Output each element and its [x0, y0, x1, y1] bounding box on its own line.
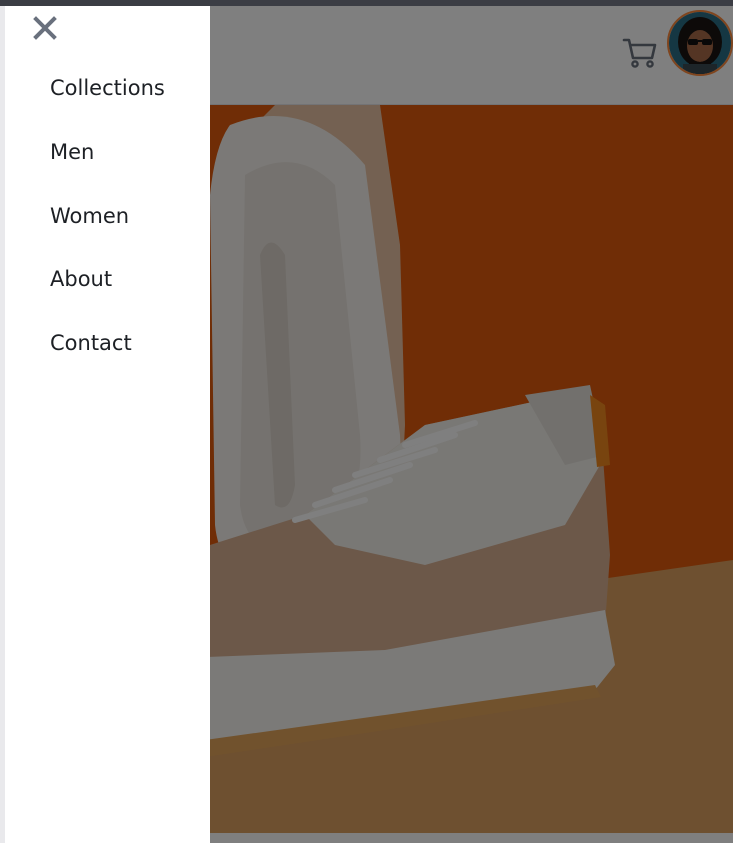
nav-menu-list: Collections Men Women About Contact — [50, 74, 165, 393]
close-icon — [33, 16, 57, 40]
nav-item-about[interactable]: About — [50, 265, 165, 329]
app-frame: sneakers — [0, 0, 733, 843]
nav-item-men[interactable]: Men — [50, 138, 165, 202]
nav-item-collections[interactable]: Collections — [50, 74, 165, 138]
mobile-nav-drawer: Collections Men Women About Contact — [5, 6, 210, 843]
nav-item-women[interactable]: Women — [50, 202, 165, 266]
nav-item-contact[interactable]: Contact — [50, 329, 165, 393]
close-menu-button[interactable] — [31, 14, 59, 42]
